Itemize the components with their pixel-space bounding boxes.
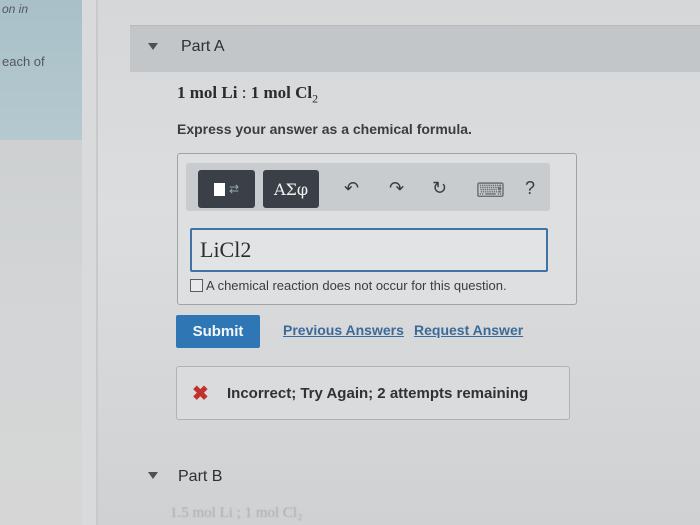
expand-triangle-icon[interactable] [148, 472, 158, 479]
no-reaction-option[interactable]: A chemical reaction does not occur for t… [190, 278, 507, 293]
help-icon[interactable]: ? [525, 178, 535, 199]
keyboard-icon[interactable]: ⌨ [476, 178, 505, 203]
formula-separator: : [237, 83, 251, 102]
templates-button[interactable]: ⇄ [198, 170, 255, 208]
left-panel-highlight [0, 0, 82, 140]
question-formula: 1 mol Li : 1 mol Cl2 [177, 83, 318, 106]
redo-icon[interactable]: ↷ [389, 178, 404, 199]
part-a-title: Part A [181, 38, 225, 55]
template-arrow-icon: ⇄ [228, 182, 240, 196]
part-b-formula-preview: 1.5 mol Li ; 1 mol Cl₂ [170, 505, 303, 521]
submit-button[interactable]: Submit [176, 315, 260, 348]
formula-subscript: 2 [312, 91, 319, 106]
previous-answers-link[interactable]: Previous Answers [283, 322, 404, 338]
part-b-title[interactable]: Part B [178, 468, 222, 486]
instruction-text: Express your answer as a chemical formul… [177, 121, 472, 137]
formula-li: 1 mol Li [177, 83, 238, 102]
answer-input[interactable]: LiCl2 [190, 228, 548, 272]
collapse-triangle-icon[interactable] [148, 43, 158, 50]
no-reaction-checkbox[interactable] [190, 279, 203, 292]
no-reaction-label: A chemical reaction does not occur for t… [206, 278, 507, 293]
request-answer-link[interactable]: Request Answer [414, 322, 523, 338]
symbols-button[interactable]: ΑΣφ [263, 170, 319, 208]
sidebar-text-mid: each of [2, 54, 45, 69]
template-square-icon [213, 182, 225, 196]
sidebar-text-top: on in [2, 2, 29, 16]
formula-cl: 1 mol Cl [250, 83, 313, 102]
feedback-message: Incorrect; Try Again; 2 attempts remaini… [227, 385, 529, 402]
incorrect-x-icon: ✖ [192, 383, 209, 405]
reset-icon[interactable]: ↻ [432, 178, 447, 199]
undo-icon[interactable]: ↶ [344, 178, 359, 199]
